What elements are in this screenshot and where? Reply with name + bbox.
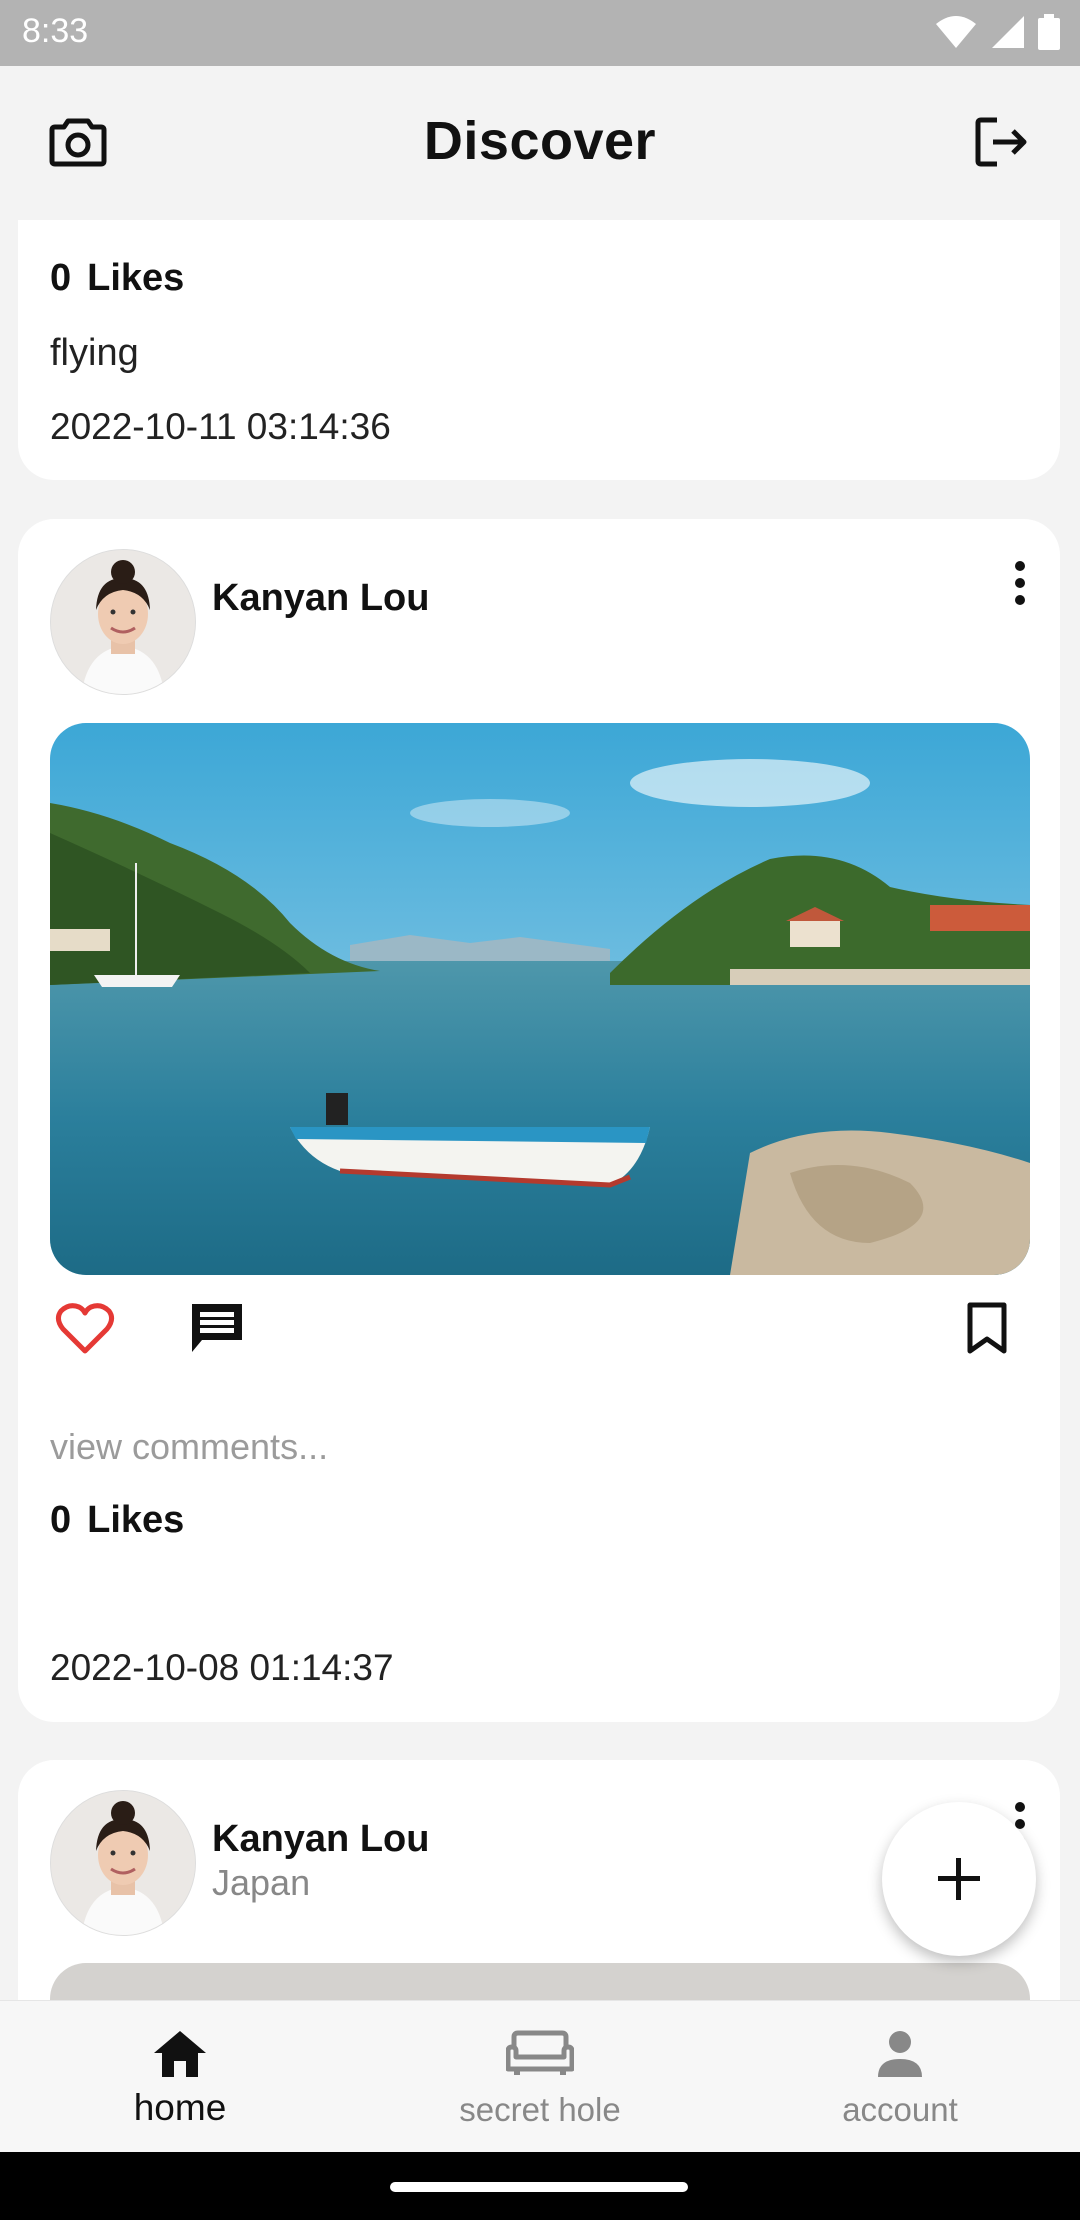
home-gesture-handle[interactable]: [390, 2182, 688, 2192]
nav-item-account[interactable]: account: [720, 2001, 1080, 2153]
more-options-button[interactable]: [998, 553, 1042, 613]
bay-photo: [50, 723, 1030, 1275]
like-button[interactable]: [50, 1293, 120, 1363]
nav-item-home[interactable]: home: [0, 2001, 360, 2153]
signal-icon: [992, 16, 1024, 48]
likes-count: 0 Likes: [50, 1499, 184, 1542]
comment-icon: [192, 1304, 242, 1352]
home-icon: [154, 2031, 206, 2077]
nav-label-home: home: [133, 2087, 227, 2128]
wifi-icon: [936, 16, 976, 48]
post-card: 0 Likes flying 2022-10-11 03:14:36: [18, 220, 1060, 480]
author-name[interactable]: Kanyan Lou: [212, 577, 429, 620]
view-comments-link[interactable]: view comments...: [50, 1426, 328, 1468]
avatar[interactable]: [50, 549, 196, 695]
heart-outline-icon: [55, 1303, 115, 1354]
avatar-image: [51, 550, 195, 694]
post-image[interactable]: [50, 723, 1030, 1275]
status-bar: 8:33: [0, 0, 1080, 66]
likes-label: Likes: [87, 1499, 185, 1541]
likes-number: 0: [50, 1499, 72, 1541]
plus-icon: [938, 1858, 980, 1900]
dot: [1015, 1802, 1025, 1812]
nav-item-secret-hole[interactable]: secret hole: [360, 2001, 720, 2153]
post-timestamp: 2022-10-11 03:14:36: [50, 406, 391, 447]
dot: [1015, 561, 1025, 571]
status-icons: [934, 14, 1060, 50]
logout-button[interactable]: [962, 102, 1042, 182]
likes-number: 0: [50, 257, 72, 299]
post-caption: flying: [50, 332, 139, 374]
nav-label-account: account: [842, 2091, 958, 2128]
add-post-button[interactable]: [882, 1802, 1036, 1956]
dot: [1015, 595, 1025, 605]
bottom-nav: home secret hole account: [0, 2000, 1080, 2153]
bookmark-button[interactable]: [952, 1293, 1022, 1363]
author-name[interactable]: Kanyan Lou: [212, 1818, 429, 1861]
status-time: 8:33: [22, 12, 89, 50]
post-location: Japan: [212, 1862, 311, 1903]
nav-label-secret-hole: secret hole: [459, 2091, 621, 2128]
logout-icon: [975, 117, 1027, 167]
system-gesture-bar: [0, 2152, 1080, 2220]
post-image[interactable]: [50, 1963, 1030, 2000]
bookmark-icon: [967, 1302, 1007, 1354]
likes-count: 0 Likes: [50, 257, 184, 300]
avatar-image: [51, 1791, 195, 1935]
battery-icon: [1038, 14, 1060, 50]
app-bar: Discover: [0, 66, 1080, 220]
person-icon: [878, 2031, 922, 2077]
avatar[interactable]: [50, 1790, 196, 1936]
couch-icon: [506, 2030, 574, 2075]
page-title: Discover: [423, 111, 657, 171]
likes-label: Likes: [87, 257, 185, 299]
comment-button[interactable]: [182, 1293, 252, 1363]
post-card: Kanyan Lou view comments... 0 Likes 2022…: [18, 519, 1060, 1722]
dot: [1015, 578, 1025, 588]
post-timestamp: 2022-10-08 01:14:37: [50, 1647, 394, 1688]
